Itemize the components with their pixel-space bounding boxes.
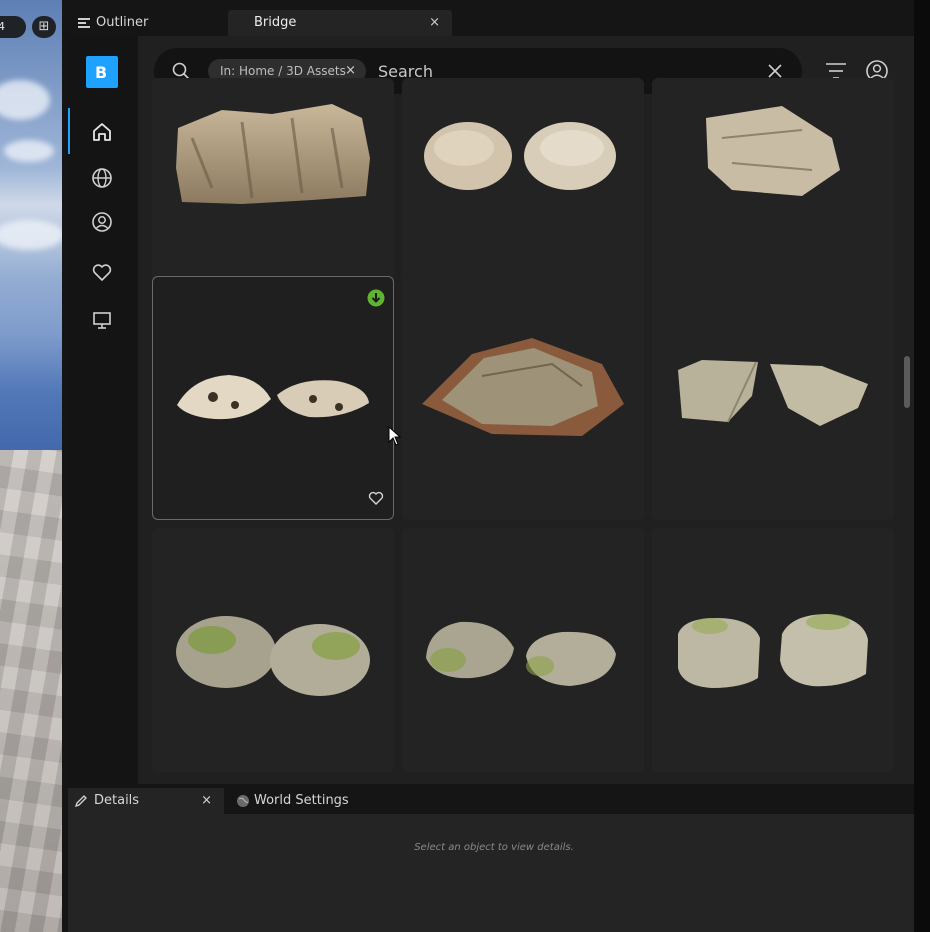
tab-bridge[interactable]: Bridge × bbox=[228, 10, 452, 36]
downloaded-icon bbox=[367, 289, 385, 307]
tab-bar: Outliner Bridge × bbox=[68, 8, 914, 36]
outliner-list-icon bbox=[78, 18, 90, 28]
details-empty-hint: Select an object to view details. bbox=[414, 842, 574, 853]
globe-icon[interactable] bbox=[88, 164, 116, 192]
tab-world-settings-label: World Settings bbox=[254, 793, 349, 808]
pencil-icon bbox=[74, 795, 87, 808]
asset-grid bbox=[152, 78, 896, 784]
asset-card[interactable] bbox=[652, 528, 894, 772]
bridge-logo[interactable]: B bbox=[86, 56, 118, 88]
sky-cloud bbox=[0, 220, 62, 250]
user-icon[interactable] bbox=[88, 208, 116, 236]
home-icon[interactable] bbox=[88, 118, 116, 146]
bridge-panel: B In: Home / 3D Assets × bbox=[68, 36, 914, 784]
grid-scrollbar[interactable] bbox=[904, 356, 910, 408]
asset-card[interactable] bbox=[152, 528, 394, 772]
asset-card-selected[interactable] bbox=[152, 276, 394, 520]
window-edge bbox=[914, 0, 930, 932]
details-tab-bar: Details × World Settings bbox=[68, 784, 914, 814]
tab-bridge-label: Bridge bbox=[254, 15, 297, 30]
rock-slab-mossy-icon bbox=[422, 338, 624, 436]
tab-outliner[interactable]: Outliner bbox=[72, 10, 222, 36]
mouse-cursor-icon bbox=[388, 426, 402, 446]
camera-speed-button[interactable]: 4 bbox=[0, 16, 26, 38]
asset-card[interactable] bbox=[402, 276, 644, 520]
bridge-sidebar: B bbox=[68, 36, 138, 784]
nav-active-indicator bbox=[68, 108, 70, 154]
favorite-icon[interactable] bbox=[367, 489, 385, 507]
details-panel: Select an object to view details. bbox=[68, 814, 914, 932]
sky-cloud bbox=[0, 80, 50, 120]
rocks-pair-mossy-round-icon bbox=[176, 616, 370, 696]
checker-floor bbox=[0, 450, 62, 932]
asset-card[interactable] bbox=[402, 528, 644, 772]
rocks-pair-angular-icon bbox=[678, 360, 868, 426]
monitor-icon[interactable] bbox=[88, 306, 116, 334]
tab-details[interactable]: Details × bbox=[68, 788, 224, 814]
close-icon[interactable]: × bbox=[201, 788, 212, 814]
rocks-pair-flat-icon bbox=[177, 375, 369, 420]
tab-details-label: Details bbox=[94, 793, 140, 808]
layout-grid-icon[interactable]: ⊞ bbox=[32, 16, 56, 38]
tab-outliner-label: Outliner bbox=[96, 15, 149, 30]
heart-icon[interactable] bbox=[88, 258, 116, 286]
level-viewport[interactable]: 4 ⊞ bbox=[0, 0, 62, 932]
asset-card[interactable] bbox=[652, 276, 894, 520]
top-strip bbox=[68, 0, 930, 8]
rocks-pair-mossy-cube-icon bbox=[678, 614, 868, 688]
rocks-pair-mossy-oblong-icon bbox=[426, 621, 616, 686]
globe-icon bbox=[237, 795, 249, 807]
sky-cloud bbox=[4, 140, 54, 162]
tab-world-settings[interactable]: World Settings bbox=[230, 788, 390, 814]
close-icon[interactable]: × bbox=[429, 10, 440, 36]
filter-chip-label: In: Home / 3D Assets bbox=[220, 64, 346, 78]
